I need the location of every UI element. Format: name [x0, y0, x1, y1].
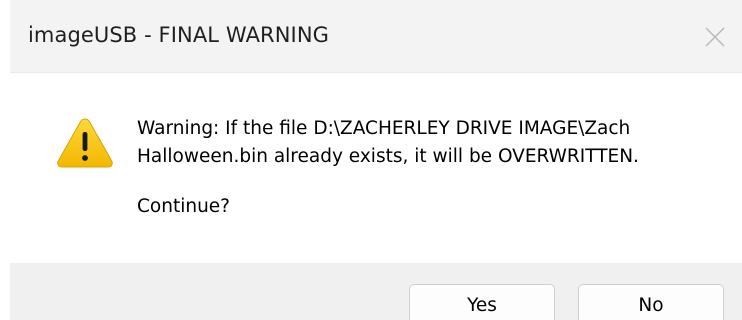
dialog-content: Warning: If the file D:\ZACHERLEY DRIVE …: [10, 73, 742, 263]
window-title: imageUSB - FINAL WARNING: [28, 23, 330, 47]
yes-button[interactable]: Yes: [409, 284, 555, 320]
warning-icon: [57, 118, 113, 168]
close-icon: [705, 27, 725, 47]
message-line-2: Halloween.bin already exists, it will be…: [137, 146, 639, 167]
warning-message: Warning: If the file D:\ZACHERLEY DRIVE …: [137, 115, 727, 221]
message-line-1: Warning: If the file D:\ZACHERLEY DRIVE …: [137, 118, 631, 139]
continue-prompt: Continue?: [137, 196, 231, 217]
close-button[interactable]: [682, 0, 742, 72]
title-bar[interactable]: imageUSB - FINAL WARNING: [10, 0, 742, 73]
dialog-window: imageUSB - FINAL WARNING Warning: If the…: [0, 0, 742, 320]
no-button[interactable]: No: [578, 284, 724, 320]
button-bar: Yes No: [10, 263, 742, 320]
